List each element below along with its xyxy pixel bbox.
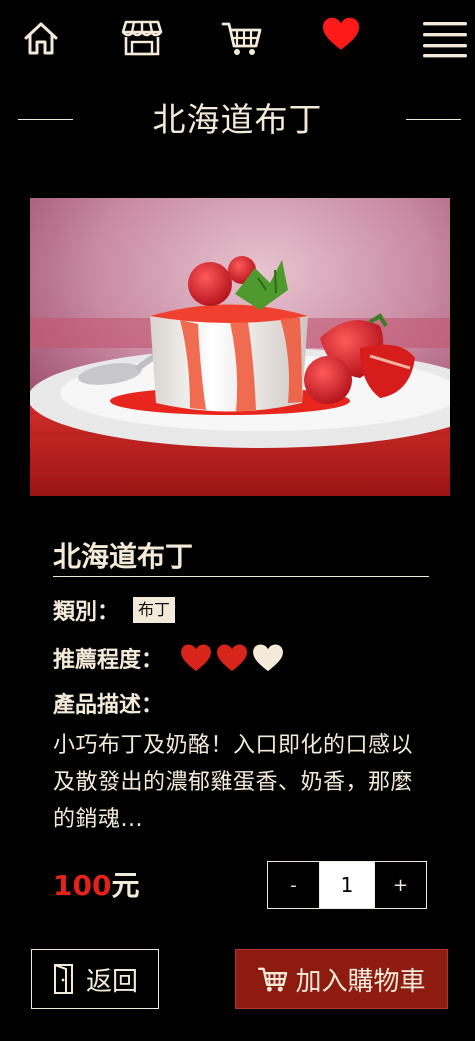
cart-icon[interactable] [218, 14, 266, 62]
rating-row: 推薦程度： [53, 638, 289, 678]
rating-hearts [181, 644, 289, 672]
menu-icon[interactable] [421, 14, 469, 62]
price-value: 100 [53, 869, 112, 902]
top-navigation [0, 0, 475, 80]
store-icon[interactable] [118, 14, 166, 62]
increase-quantity-button[interactable]: + [374, 861, 427, 909]
product-description: 小巧布丁及奶酪！入口即化的口感以及散發出的濃郁雞蛋香、奶香，那麼的銷魂... [53, 733, 414, 832]
heart-empty-icon [253, 644, 283, 672]
category-badge[interactable]: 布丁 [133, 597, 176, 623]
price-unit: 元 [111, 869, 140, 902]
decrease-quantity-button[interactable]: - [267, 861, 320, 909]
home-icon[interactable] [17, 14, 65, 62]
page-title: 北海道布丁 [152, 100, 323, 139]
cart-icon [258, 967, 288, 992]
product-image [30, 198, 450, 496]
heart-filled-icon [181, 644, 211, 672]
back-button[interactable]: 返回 [31, 949, 159, 1009]
add-to-cart-button[interactable]: 加入購物車 [235, 949, 448, 1009]
quantity-input[interactable] [320, 861, 374, 909]
price: 100元 [53, 866, 139, 906]
page-title-row: 北海道布丁 [0, 92, 475, 148]
heart-icon[interactable] [317, 10, 365, 58]
add-to-cart-label: 加入購物車 [295, 966, 426, 997]
category-label: 類別： [53, 600, 120, 625]
title-divider-right [406, 119, 461, 120]
category-row: 類別： 布丁 [53, 590, 176, 630]
rating-label: 推薦程度： [53, 648, 164, 673]
door-icon [53, 964, 73, 994]
heart-filled-icon [217, 644, 247, 672]
back-button-label: 返回 [85, 966, 138, 997]
quantity-stepper: - + [267, 861, 427, 909]
description-label: 產品描述： [53, 693, 164, 718]
product-name: 北海道布丁 [53, 538, 429, 577]
